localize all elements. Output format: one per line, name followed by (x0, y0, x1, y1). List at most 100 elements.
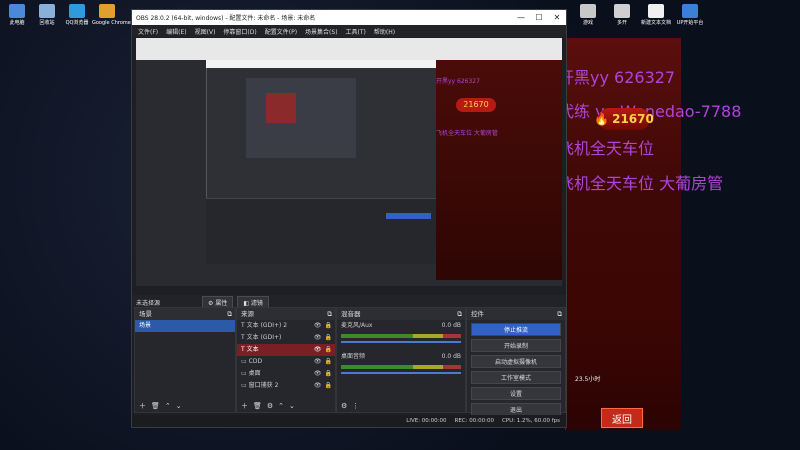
scenes-dock: 场景 ⧉ 场景 ＋ 🗑 ⌃ ⌄ (134, 307, 236, 413)
overlay-text-1: 开黑yy 626327 (558, 68, 676, 87)
source-label: 桌面 (248, 370, 261, 377)
controls-dock: 控件 ⧉ 停止推流 开始录制 启动虚拟摄像机 工作室模式 设置 退出 (466, 307, 566, 416)
menu-item[interactable]: 编辑(E) (166, 27, 186, 36)
mixer-channel-mic: 麦克风/Aux 0.0 dB (337, 320, 465, 332)
scene-item[interactable]: 场景 (135, 320, 235, 332)
desktop-audio-slider[interactable] (341, 372, 461, 374)
nested-docks (206, 198, 436, 264)
add-icon[interactable]: ＋ (139, 401, 146, 411)
maximize-icon[interactable]: ☐ (530, 13, 548, 22)
computer-icon (9, 4, 25, 18)
source-label: 窗口捕获 2 (248, 382, 279, 389)
dock-float-icon[interactable]: ⧉ (327, 308, 332, 320)
game-icon (580, 4, 596, 18)
lock-icon[interactable]: 🔒 (325, 332, 332, 344)
dock-float-icon[interactable]: ⧉ (227, 308, 232, 320)
sources-footer: ＋ 🗑 ⚙ ⌃ ⌄ (237, 399, 335, 412)
properties-label: 属性 (215, 299, 228, 307)
desktop-icon-label: 多开 (616, 20, 627, 26)
stop-streaming-button[interactable]: 停止推流 (471, 323, 561, 336)
source-item[interactable]: T 文本 (GDI+) 👁 🔒 (237, 332, 335, 344)
eye-icon[interactable]: 👁 (314, 332, 322, 344)
obs-titlebar: OBS 28.0.2 (64-bit, windows) - 配置文件: 未命名… (132, 10, 566, 25)
menu-item[interactable]: 文件(F) (138, 27, 158, 36)
desktop-icon[interactable]: QQ浏览器 (62, 4, 92, 26)
preview-canvas[interactable]: 21670 开黑yy 626327 飞机全天车位 大葡房管 (136, 38, 562, 286)
overlay-text-3: 飞机全天车位 (558, 139, 655, 158)
mixer-footer: ⚙ ⋮ (337, 399, 465, 412)
desktop-icon[interactable]: 游戏 (573, 4, 603, 26)
dock-float-icon[interactable]: ⧉ (557, 308, 562, 320)
eye-icon[interactable]: 👁 (314, 320, 322, 332)
menu-item[interactable]: 视图(V) (195, 27, 216, 36)
recycle-bin-icon (39, 4, 55, 18)
minimize-icon[interactable]: — (512, 13, 530, 22)
eye-icon[interactable]: 👁 (314, 380, 322, 392)
monitor-icon: ▭ (241, 358, 247, 365)
desktop-audio-db: 0.0 dB (441, 353, 461, 360)
eye-icon[interactable]: 👁 (314, 356, 322, 368)
source-item[interactable]: ▭ 桌面 👁 🔒 (237, 368, 335, 380)
status-bar: LIVE: 00:00:00 REC: 00:00:00 CPU: 1.2%, … (132, 415, 566, 427)
filters-label: 滤镜 (250, 299, 263, 307)
lock-icon[interactable]: 🔒 (325, 368, 332, 380)
gear-icon[interactable]: ⚙ (267, 402, 273, 410)
controls-header: 控件 ⧉ (467, 308, 565, 320)
trash-icon[interactable]: 🗑 (253, 402, 262, 410)
desktop-icon[interactable]: 多开 (607, 4, 637, 26)
desktop-icon[interactable]: Google Chrome (92, 4, 131, 26)
mic-volume-slider[interactable] (341, 341, 461, 343)
captured-taskbar (136, 38, 562, 60)
down-icon[interactable]: ⌄ (176, 402, 182, 410)
more-icon[interactable]: ⋮ (352, 402, 359, 410)
lock-icon[interactable]: 🔒 (325, 320, 332, 332)
menu-item[interactable]: 工具(T) (346, 27, 366, 36)
desktop-icon-label: 回收站 (39, 20, 55, 26)
source-item[interactable]: ▭ 窗口捕获 2 👁 🔒 (237, 380, 335, 392)
lock-icon[interactable]: 🔒 (325, 380, 332, 392)
up-icon[interactable]: ⌃ (278, 402, 284, 410)
lock-icon[interactable]: 🔒 (325, 356, 332, 368)
eye-icon[interactable]: 👁 (314, 344, 322, 356)
chrome-icon (99, 4, 115, 18)
fire-icon: 🔥 (594, 112, 610, 126)
desktop-icon[interactable]: UP开始平台 (675, 4, 705, 26)
source-label: 文本 (GDI+) (246, 334, 282, 341)
source-item[interactable]: T 文本 👁 🔒 (237, 344, 335, 356)
back-button[interactable]: 返回 (601, 408, 643, 428)
menu-item[interactable]: 帮助(H) (374, 27, 395, 36)
mixer-channel-desktop: 桌面音频 0.0 dB (337, 351, 465, 363)
mic-meter (341, 334, 461, 338)
desktop-icon-label: 游戏 (582, 20, 593, 26)
filter-icon: ◧ (243, 299, 251, 307)
mixer-settings-icon[interactable]: ⚙ (341, 402, 347, 410)
add-icon[interactable]: ＋ (241, 401, 248, 411)
virtual-camera-button[interactable]: 启动虚拟摄像机 (471, 355, 561, 368)
menu-item[interactable]: 配置文件(P) (265, 27, 297, 36)
desktop-icon[interactable]: 新建文本文档 (641, 4, 671, 26)
score-value: 21670 (612, 112, 654, 126)
close-icon[interactable]: ✕ (548, 13, 566, 22)
sources-header: 来源 ⧉ (237, 308, 335, 320)
eye-icon[interactable]: 👁 (314, 368, 322, 380)
source-item[interactable]: T 文本 (GDI+) 2 👁 🔒 (237, 320, 335, 332)
source-item[interactable]: ▭ CDD 👁 🔒 (237, 356, 335, 368)
desktop-icon[interactable]: 回收站 (32, 4, 62, 26)
menu-item[interactable]: 停靠窗口(D) (223, 27, 256, 36)
start-recording-button[interactable]: 开始录制 (471, 339, 561, 352)
mixer-title: 混音器 (341, 310, 361, 318)
desktop-icon-label: 新建文本文档 (641, 20, 672, 26)
mixer-header: 混音器 ⧉ (337, 308, 465, 320)
menu-item[interactable]: 场景集合(S) (305, 27, 338, 36)
desktop-icon[interactable]: 此电脑 (2, 4, 32, 26)
mixer-dock: 混音器 ⧉ 麦克风/Aux 0.0 dB 桌面音频 0.0 dB ⚙ ⋮ (336, 307, 466, 413)
trash-icon[interactable]: 🗑 (151, 402, 160, 410)
source-label: CDD (248, 358, 263, 365)
studio-mode-button[interactable]: 工作室模式 (471, 371, 561, 384)
lock-icon[interactable]: 🔒 (325, 344, 332, 356)
settings-button[interactable]: 设置 (471, 387, 561, 400)
game-window (565, 38, 681, 430)
down-icon[interactable]: ⌄ (289, 402, 295, 410)
up-icon[interactable]: ⌃ (165, 402, 171, 410)
dock-float-icon[interactable]: ⧉ (457, 308, 462, 320)
